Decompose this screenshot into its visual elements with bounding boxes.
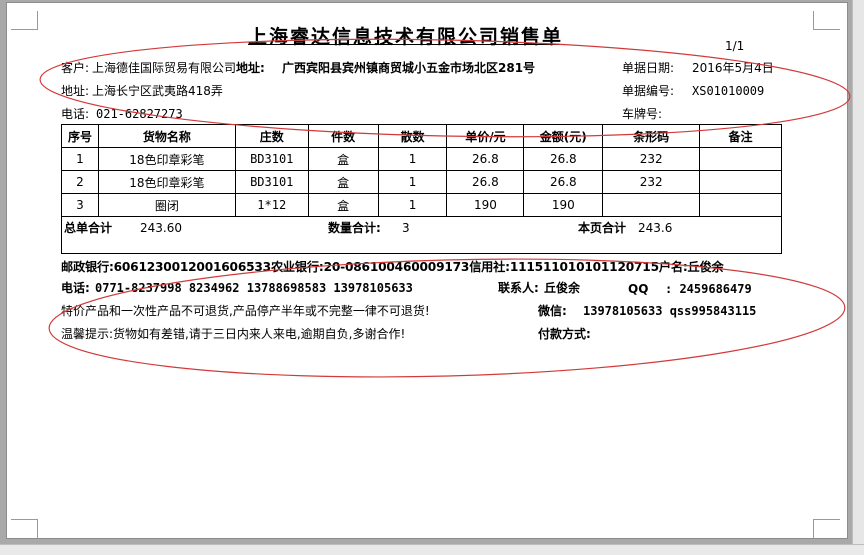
footer-phone-label: 电话: (61, 281, 90, 295)
scroll-frame-bottom (0, 544, 864, 555)
column-header: 单价/元 (446, 124, 525, 148)
table-cell: 盒 (307, 170, 379, 194)
table-cell: 26.8 (523, 147, 604, 171)
table-cell: 18色印章彩笔 (97, 147, 236, 171)
qq-value: : 2459686479 (665, 282, 752, 296)
table-row: 1 18色印章彩笔 BD3101 盒 1 26.8 26.8 232 (61, 147, 782, 171)
document-title: 上海睿达信息技术有限公司销售单 (248, 26, 564, 48)
column-header: 件数 (307, 124, 379, 148)
items-table: 序号 货物名称 庄数 件数 散数 单价/元 金额(元) 条形码 备注 1 18色… (61, 124, 782, 217)
table-cell: BD3101 (234, 170, 309, 194)
column-header: 散数 (377, 124, 448, 148)
column-header: 条形码 (602, 124, 701, 148)
plate-label: 车牌号: (622, 107, 663, 121)
column-header: 庄数 (234, 124, 309, 148)
phone-value: 021-62827273 (96, 107, 183, 121)
table-cell: 232 (602, 170, 701, 194)
qty-total-label: 数量合计: (328, 221, 381, 235)
table-cell (699, 170, 782, 194)
table-cell: 232 (602, 147, 701, 171)
doc-no-label: 单据编号: (622, 84, 675, 98)
qq-label: QQ (628, 282, 649, 296)
table-cell: 26.8 (446, 170, 525, 194)
total-value: 243.60 (140, 221, 182, 235)
phone-label: 电话: (61, 107, 90, 121)
page-total-label: 本页合计 (578, 221, 627, 235)
contact-label: 联系人: (498, 281, 539, 295)
table-cell: 26.8 (523, 170, 604, 194)
total-label: 总单合计 (64, 221, 113, 235)
crop-mark-top-left (11, 11, 38, 30)
date-value: 2016年5月4日 (692, 61, 774, 75)
table-cell (699, 147, 782, 171)
column-header: 金额(元) (523, 124, 604, 148)
crop-mark-bottom-right (813, 519, 840, 538)
table-cell: 18色印章彩笔 (97, 170, 236, 194)
return-policy-line: 特价产品和一次性产品不可退货,产品停产半年或不完整一律不可退货! (61, 304, 430, 318)
address-overlay-label: 地址: (236, 60, 267, 76)
table-cell: 1 (61, 147, 99, 171)
column-header: 货物名称 (97, 124, 236, 148)
table-cell: 1 (377, 170, 448, 194)
wechat-value: 13978105633 qss995843115 (583, 304, 757, 318)
date-label: 单据日期: (622, 61, 675, 75)
table-row: 2 18色印章彩笔 BD3101 盒 1 26.8 26.8 232 (61, 170, 782, 194)
address-label: 地址: (61, 84, 90, 98)
customer-label: 客户: (61, 61, 90, 75)
column-header: 备注 (699, 124, 782, 148)
qty-total-value: 3 (402, 221, 410, 235)
customer-value: 上海德佳国际贸易有限公司 (92, 61, 237, 75)
address-overlay-value: 广西宾阳县宾州镇商贸城小五金市场北区281号 (282, 61, 536, 75)
table-cell: BD3101 (234, 147, 309, 171)
bank-accounts-line: 邮政银行:6061230012001606533农业银行:20-08610046… (61, 260, 724, 274)
page-indicator: 1/1 (725, 39, 745, 53)
wechat-label: 微信: (538, 304, 567, 318)
table-header-row: 序号 货物名称 庄数 件数 散数 单价/元 金额(元) 条形码 备注 (61, 124, 782, 148)
table-cell: 26.8 (446, 147, 525, 171)
address-value: 上海长宁区武夷路418弄 (92, 84, 223, 98)
crop-mark-bottom-left (11, 519, 38, 538)
payment-method-label: 付款方式: (538, 327, 591, 341)
reminder-line: 温馨提示:货物如有差错,请于三日内来人来电,逾期自负,多谢合作! (61, 327, 406, 341)
page-total-value: 243.6 (638, 221, 673, 235)
table-cell: 盒 (307, 147, 379, 171)
totals-box: 总单合计 243.60 数量合计: 3 本页合计 243.6 (61, 214, 782, 254)
doc-no-value: XS01010009 (692, 84, 765, 98)
crop-mark-top-right (813, 11, 840, 30)
contact-value: 丘俊余 (544, 281, 581, 295)
table-cell: 1 (377, 147, 448, 171)
column-header: 序号 (61, 124, 99, 148)
scroll-frame-right (852, 0, 864, 554)
table-cell: 2 (61, 170, 99, 194)
footer-phone-value: 0771-8237998 8234962 13788698583 1397810… (95, 281, 413, 295)
